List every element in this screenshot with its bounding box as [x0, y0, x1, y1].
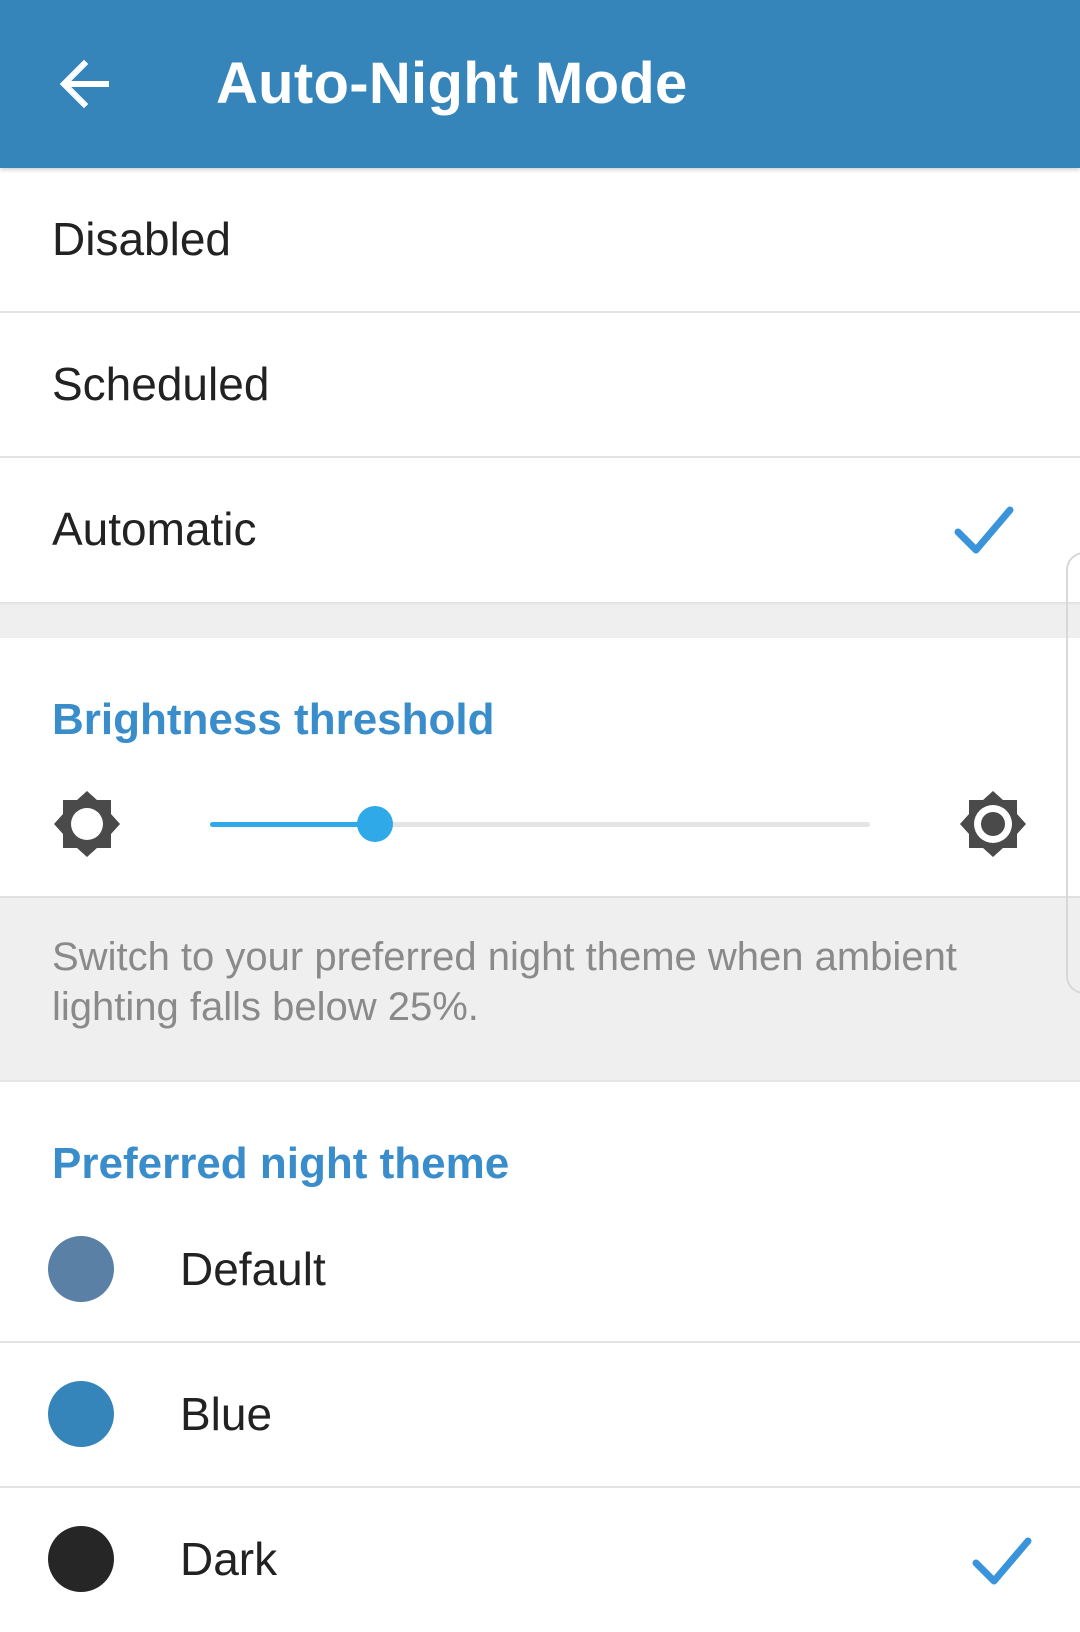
mode-option-disabled[interactable]: Disabled — [0, 168, 1080, 313]
brightness-threshold-header: Brightness threshold — [52, 695, 495, 744]
theme-option-dark[interactable]: Dark — [0, 1488, 1080, 1632]
screen: Auto-Night Mode Disabled Scheduled Autom… — [0, 0, 1080, 1632]
theme-color-swatch — [48, 1526, 114, 1592]
back-button[interactable] — [44, 40, 124, 128]
mode-option-automatic[interactable]: Automatic — [0, 458, 1080, 603]
checkmark-icon — [972, 1537, 1032, 1585]
arrow-left-icon — [59, 59, 109, 109]
app-bar: Auto-Night Mode — [0, 0, 1080, 168]
checkmark-icon — [954, 506, 1014, 554]
brightness-slider[interactable] — [210, 806, 870, 842]
page-title: Auto-Night Mode — [216, 51, 688, 116]
theme-option-label: Dark — [180, 1533, 278, 1585]
mode-option-label: Disabled — [52, 213, 231, 265]
theme-option-default[interactable]: Default — [0, 1196, 1080, 1341]
mode-option-label: Scheduled — [52, 358, 270, 410]
brightness-low-icon — [54, 791, 120, 857]
theme-color-swatch — [48, 1381, 114, 1447]
section-gap — [0, 602, 1080, 638]
mode-option-scheduled[interactable]: Scheduled — [0, 313, 1080, 458]
mode-option-label: Automatic — [52, 503, 257, 555]
edge-panel-handle[interactable] — [1066, 552, 1080, 994]
brightness-description-box: Switch to your preferred night theme whe… — [0, 896, 1080, 1082]
preferred-night-theme-header: Preferred night theme — [52, 1139, 510, 1188]
theme-option-label: Blue — [180, 1388, 273, 1440]
brightness-high-icon — [960, 791, 1026, 857]
theme-option-label: Default — [180, 1243, 326, 1295]
theme-color-swatch — [48, 1236, 114, 1302]
brightness-section — [0, 638, 1080, 896]
brightness-description: Switch to your preferred night theme whe… — [52, 935, 957, 1029]
theme-option-blue[interactable]: Blue — [0, 1343, 1080, 1488]
slider-thumb[interactable] — [357, 806, 393, 842]
slider-fill — [210, 822, 375, 827]
